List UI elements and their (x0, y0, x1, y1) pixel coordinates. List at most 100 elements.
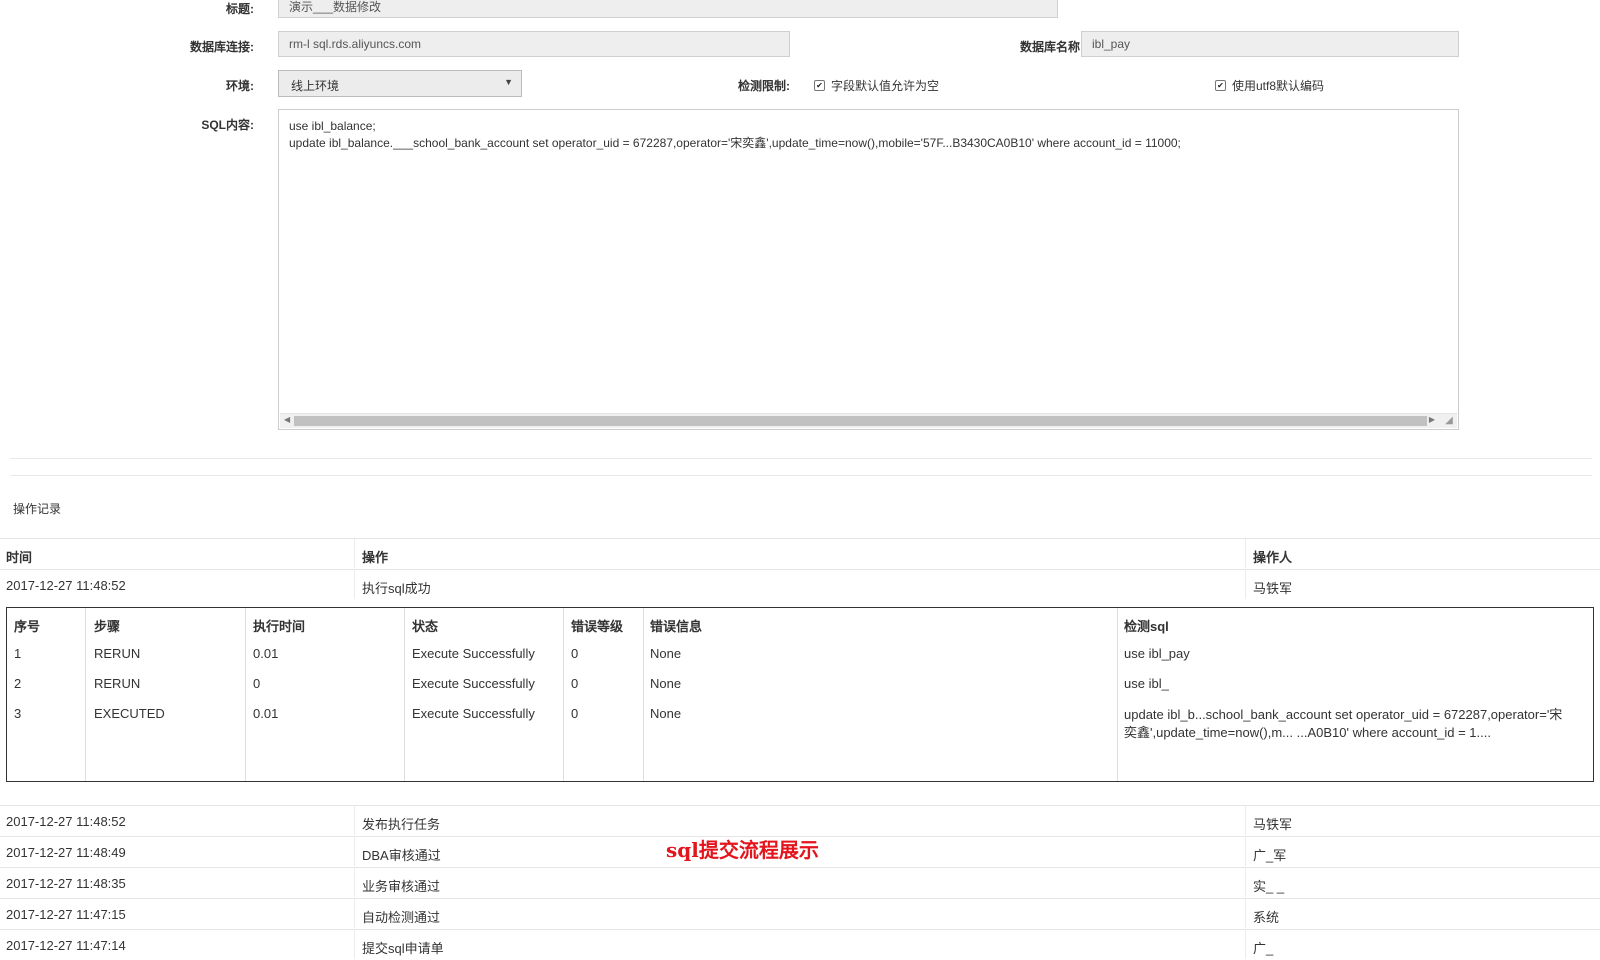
step-index: 3 (14, 706, 22, 721)
step-name: RERUN (94, 676, 141, 691)
log-row: 2017-12-27 11:48:35 业务审核通过 实_ _ (0, 867, 1600, 897)
step-error-level: 0 (571, 646, 579, 661)
col-time-header: 时间 (6, 550, 33, 565)
step-error-level: 0 (571, 676, 579, 691)
log-row: 2017-12-27 11:47:15 自动检测通过 系统 (0, 898, 1600, 928)
step-status: Execute Successfully (412, 646, 535, 661)
step-exec-time: 0.01 (253, 646, 279, 661)
step-detail-table: 序号 步骤 执行时间 状态 错误等级 错误信息 检测sql 1 RERUN 0.… (6, 607, 1594, 782)
step-error-level: 0 (571, 706, 579, 721)
step-error-message: None (650, 706, 682, 721)
title-label: 标题: (226, 2, 254, 16)
allow-null-default-checkbox[interactable]: ✔ 字段默认值允许为空 (814, 77, 939, 94)
log-time: 2017-12-27 11:47:15 (6, 907, 126, 922)
utf8-default-label: 使用utf8默认编码 (1232, 79, 1325, 93)
column-divider (1245, 837, 1246, 866)
step-header-error-level: 错误等级 (571, 619, 624, 634)
log-action: 自动检测通过 (362, 910, 441, 925)
sql-line-1: use ibl_balance; (289, 119, 376, 133)
checkbox-checked-icon: ✔ (814, 80, 825, 91)
scroll-right-icon[interactable]: ▶ (1429, 415, 1435, 424)
col-action-header: 操作 (362, 550, 389, 565)
step-name: EXECUTED (94, 706, 165, 721)
db-name-value: ibl_pay (1092, 37, 1131, 51)
flow-caption: sql提交流程展示 (666, 838, 819, 862)
db-connection-field[interactable]: rm-l sql.rds.aliyuncs.com (278, 31, 790, 57)
column-divider (245, 608, 246, 781)
log-operator: 系统 (1253, 910, 1280, 925)
step-check-sql: use ibl_ (1124, 676, 1169, 691)
log-time: 2017-12-27 11:47:14 (6, 938, 126, 953)
column-divider (1245, 930, 1246, 959)
title-field[interactable]: 演示___数据修改 (278, 0, 1058, 18)
db-connection-label: 数据库连接: (190, 40, 254, 54)
step-exec-time: 0.01 (253, 706, 279, 721)
column-divider (643, 608, 644, 781)
log-section-title: 操作记录 (13, 502, 62, 516)
log-action: 发布执行任务 (362, 817, 441, 832)
step-index: 2 (14, 676, 22, 691)
allow-null-default-label: 字段默认值允许为空 (831, 79, 940, 93)
step-name: RERUN (94, 646, 141, 661)
step-exec-time: 0 (253, 676, 261, 691)
step-check-sql: use ibl_pay (1124, 646, 1190, 661)
log-time: 2017-12-27 11:48:49 (6, 845, 126, 860)
db-connection-value: rm-l sql.rds.aliyuncs.com (289, 37, 422, 51)
step-error-message: None (650, 676, 682, 691)
sql-line-2: update ibl_balance.___school_bank_accoun… (289, 136, 1181, 150)
log-operator: 马铁军 (1253, 581, 1293, 596)
column-divider (1117, 608, 1118, 781)
column-divider (1245, 570, 1246, 599)
log-row: 2017-12-27 11:47:14 提交sql申请单 广_ (0, 929, 1600, 959)
title-value: 演示___数据修改 (289, 0, 382, 14)
log-time: 2017-12-27 11:48:52 (6, 814, 126, 829)
db-name-label: 数据库名称: (1020, 40, 1084, 54)
log-time: 2017-12-27 11:48:52 (6, 578, 126, 593)
log-row: 2017-12-27 11:48:52 执行sql成功 马铁军 (0, 569, 1600, 599)
step-header-error-message: 错误信息 (650, 619, 703, 634)
column-divider (354, 837, 355, 866)
step-status: Execute Successfully (412, 676, 535, 691)
step-header-index: 序号 (14, 619, 41, 634)
step-check-sql: update ibl_b...school_bank_account set o… (1124, 707, 1563, 740)
log-action: 业务审核通过 (362, 879, 441, 894)
column-divider (85, 608, 86, 781)
log-operator: 广_ (1253, 941, 1274, 956)
horizontal-scrollbar[interactable]: ◀ ▶ ◢ (280, 413, 1457, 428)
log-operator: 实_ _ (1253, 879, 1285, 894)
checkbox-checked-icon: ✔ (1215, 80, 1226, 91)
divider (10, 475, 1592, 476)
column-divider (1245, 899, 1246, 928)
column-divider (354, 868, 355, 897)
log-action: DBA审核通过 (362, 848, 441, 863)
divider (10, 458, 1592, 459)
dropdown-arrow-icon: ▼ (504, 77, 513, 87)
step-header-check-sql: 检测sql (1124, 619, 1169, 634)
sql-editor[interactable]: use ibl_balance; update ibl_balance.___s… (278, 109, 1459, 430)
environment-select[interactable]: 线上环境 ▼ (278, 70, 522, 97)
column-divider (354, 570, 355, 599)
check-limit-label: 检测限制: (738, 79, 790, 93)
scrollbar-thumb[interactable] (294, 416, 1427, 426)
log-action: 执行sql成功 (362, 581, 431, 596)
column-divider (404, 608, 405, 781)
column-divider (1245, 868, 1246, 897)
log-operator: 广_军 (1253, 848, 1287, 863)
utf8-default-checkbox[interactable]: ✔ 使用utf8默认编码 (1215, 77, 1324, 94)
log-header-row: 时间 操作 操作人 (0, 538, 1600, 568)
scroll-left-icon[interactable]: ◀ (284, 415, 290, 424)
step-header-exec-time: 执行时间 (253, 619, 306, 634)
environment-label: 环境: (226, 79, 254, 93)
resize-grip-icon[interactable]: ◢ (1443, 415, 1455, 427)
step-header-status: 状态 (412, 619, 439, 634)
column-divider (354, 806, 355, 835)
log-row: 2017-12-27 11:48:52 发布执行任务 马铁军 (0, 805, 1600, 835)
sql-content-label: SQL内容: (201, 118, 254, 132)
column-divider (354, 539, 355, 568)
step-header-step: 步骤 (94, 619, 121, 634)
step-index: 1 (14, 646, 22, 661)
column-divider (354, 899, 355, 928)
step-error-message: None (650, 646, 682, 661)
column-divider (1245, 539, 1246, 568)
db-name-field[interactable]: ibl_pay (1081, 31, 1459, 57)
